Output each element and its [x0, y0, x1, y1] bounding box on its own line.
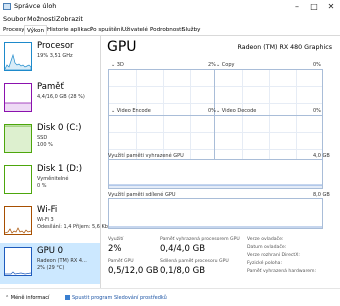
sidebar-item-detail: 0 % — [37, 183, 47, 189]
sidebar-item-detail: Wi-Fi 3 — [37, 217, 54, 223]
sidebar-item-label: Paměť — [37, 82, 64, 92]
sidebar-item-detail: 100 % — [37, 142, 53, 148]
menu-bar: Soubor Možnosti Zobrazit — [0, 14, 340, 24]
engine-video-encode-label[interactable]: ⌄ Video Encode — [111, 108, 151, 114]
sidebar-item-detail: 4,4/16,0 GB (28 %) — [37, 94, 85, 100]
resource-sidebar: Procesor 19% 3,51 GHz Paměť 4,4/16,0 GB … — [0, 36, 112, 288]
sidebar-item-cpu[interactable]: Procesor 19% 3,51 GHz — [0, 38, 100, 79]
engine-video-decode-percent: 0% — [313, 108, 321, 114]
menu-file[interactable]: Soubor — [3, 15, 26, 23]
directx-version-label: Verze rozhraní DirectX: — [247, 253, 300, 258]
sidebar-item-detail: 2% (29 °C) — [37, 265, 65, 271]
shared-memory-graph — [108, 198, 323, 229]
shared-memory-stat-label: Sdílená paměť procesoru GPU — [160, 259, 229, 264]
sidebar-item-detail: Vyměnitelné — [37, 176, 69, 182]
sidebar-item-disk1[interactable]: Disk 1 (D:) Vyměnitelné 0 % — [0, 161, 100, 202]
close-icon[interactable]: ✕ — [322, 0, 340, 14]
open-resource-monitor-link[interactable]: Spustit program Sledování prostředků — [65, 295, 167, 301]
sidebar-item-detail: Radeon (TM) RX 4... — [37, 258, 87, 264]
shared-memory-stat-value: 0,1/8,0 GB — [160, 266, 206, 276]
dedicated-memory-stat-label: Paměť vyhrazená procesorem GPU — [160, 237, 240, 242]
tab-services[interactable]: Služby — [180, 25, 202, 35]
sidebar-item-label: Wi-Fi — [37, 205, 58, 215]
engine-3d-label[interactable]: ⌄ 3D — [111, 62, 124, 68]
status-bar: ⌃ Méně informací Spustit program Sledová… — [0, 288, 340, 306]
tab-users[interactable]: Uživatelé — [120, 25, 150, 35]
wifi-thumbnail-graph — [4, 206, 32, 235]
sidebar-item-detail: SSD — [37, 135, 48, 141]
sidebar-item-detail: 19% 3,51 GHz — [37, 53, 73, 59]
tab-processes[interactable]: Procesy — [1, 25, 27, 35]
gpu-model-name: Radeon (TM) RX 480 Graphics — [237, 44, 332, 51]
minimize-icon[interactable]: – — [288, 0, 306, 14]
memory-thumbnail-graph — [4, 83, 32, 112]
title-bar: Správce úloh – □ ✕ — [0, 0, 340, 14]
sidebar-item-disk0[interactable]: Disk 0 (C:) SSD 100 % — [0, 120, 100, 161]
sidebar-item-detail: Odesílání: 1,4 Přijem: 5,6 Kb/s — [37, 224, 113, 230]
engine-3d-percent: 2% — [208, 62, 216, 68]
sidebar-item-memory[interactable]: Paměť 4,4/16,0 GB (28 %) — [0, 79, 100, 120]
sidebar-item-label: GPU 0 — [37, 246, 64, 256]
gpu-memory-label: Paměť GPU — [108, 259, 134, 264]
gpu-memory-value: 0,5/12,0 GB — [108, 266, 159, 276]
task-manager-window: Správce úloh – □ ✕ Soubor Možnosti Zobra… — [0, 0, 340, 306]
tab-app-history[interactable]: Historie aplikací — [45, 25, 94, 35]
sidebar-item-gpu0[interactable]: GPU 0 Radeon (TM) RX 4... 2% (29 °C) — [0, 243, 100, 284]
driver-version-label: Verze ovladače: — [247, 237, 284, 242]
resource-monitor-icon — [65, 295, 70, 300]
physical-location-label: Fyzické poloha: — [247, 261, 283, 266]
cpu-thumbnail-graph — [4, 42, 32, 71]
engine-video-decode-label[interactable]: ⌄ Video Decode — [216, 108, 256, 114]
task-manager-icon — [3, 3, 11, 10]
disk0-thumbnail-graph — [4, 124, 32, 153]
sidebar-item-label: Disk 0 (C:) — [37, 123, 82, 133]
sidebar-item-wifi[interactable]: Wi-Fi Wi-Fi 3 Odesílání: 1,4 Přijem: 5,6… — [0, 202, 112, 243]
gpu-thumbnail-graph — [4, 247, 32, 276]
sidebar-item-label: Disk 1 (D:) — [37, 164, 83, 174]
gpu-detail-panel: GPU Radeon (TM) RX 480 Graphics ⌄ 3D 2% … — [104, 36, 340, 288]
utilization-label: Využití — [108, 237, 124, 242]
fewer-details-button[interactable]: ⌃ Méně informací — [5, 295, 49, 301]
dedicated-memory-stat-value: 0,4/4,0 GB — [160, 244, 206, 254]
engine-copy-label[interactable]: ⌄ Copy — [216, 62, 234, 68]
menu-options[interactable]: Možnosti — [27, 15, 56, 23]
utilization-value: 2% — [108, 244, 122, 254]
driver-date-label: Datum ovladače: — [247, 245, 287, 250]
tab-startup[interactable]: Po spuštění — [88, 25, 124, 35]
page-title: GPU — [107, 39, 137, 55]
window-title: Správce úloh — [14, 2, 57, 10]
menu-view[interactable]: Zobrazit — [56, 15, 83, 23]
engine-copy-percent: 0% — [313, 62, 321, 68]
dedicated-memory-graph — [108, 159, 323, 189]
engine-video-encode-percent: 0% — [208, 108, 216, 114]
tab-bar: Procesy Výkon Historie aplikací Po spušt… — [0, 24, 340, 36]
sidebar-item-label: Procesor — [37, 41, 74, 51]
maximize-icon[interactable]: □ — [305, 0, 323, 14]
hardware-reserved-memory-label: Paměť vyhrazená hardwarem: — [247, 269, 317, 274]
tab-performance[interactable]: Výkon — [24, 25, 47, 35]
disk1-thumbnail-graph — [4, 165, 32, 194]
